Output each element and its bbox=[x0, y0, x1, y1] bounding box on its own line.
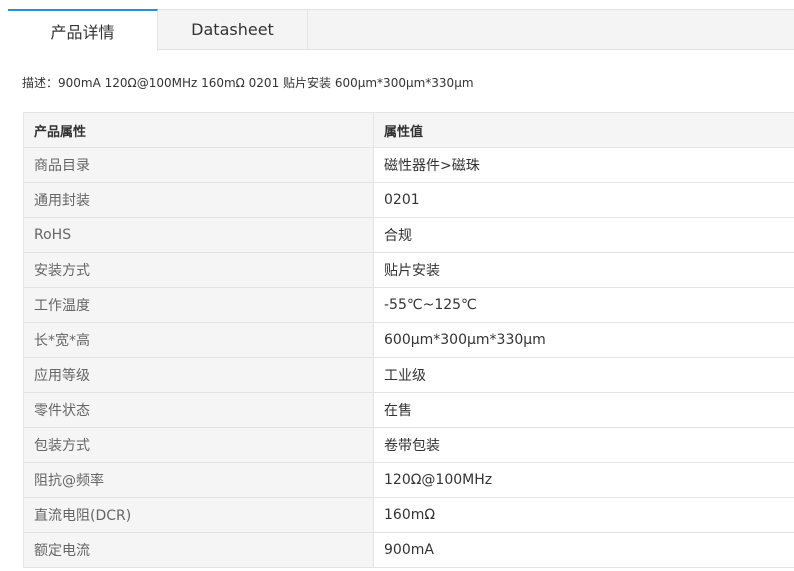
table-row: 安装方式 贴片安装 bbox=[23, 252, 794, 288]
tab-product-details[interactable]: 产品详情 bbox=[8, 9, 158, 51]
table-row: 直流电阻(DCR) 160mΩ bbox=[23, 497, 794, 533]
product-detail-page: 产品详情 Datasheet 描述：900mA 120Ω@100MHz 160m… bbox=[0, 0, 794, 571]
attribute-name: 应用等级 bbox=[23, 357, 374, 393]
attribute-value: 在售 bbox=[373, 392, 794, 428]
tab-bar: 产品详情 Datasheet bbox=[8, 9, 794, 51]
header-attribute: 产品属性 bbox=[23, 112, 374, 148]
attribute-value: 卷带包装 bbox=[373, 427, 794, 463]
table-row: RoHS 合规 bbox=[23, 217, 794, 253]
attribute-name: 工作温度 bbox=[23, 287, 374, 323]
table-header-row: 产品属性 属性值 bbox=[23, 112, 794, 148]
attribute-value: 160mΩ bbox=[373, 497, 794, 533]
attribute-value: 磁性器件>磁珠 bbox=[373, 147, 794, 183]
attribute-value: 120Ω@100MHz bbox=[373, 462, 794, 498]
attributes-table: 产品属性 属性值 商品目录 磁性器件>磁珠 通用封装 0201 RoHS 合规 … bbox=[23, 112, 794, 568]
header-value: 属性值 bbox=[373, 112, 794, 148]
table-row: 额定电流 900mA bbox=[23, 532, 794, 568]
table-row: 长*宽*高 600μm*300μm*330μm bbox=[23, 322, 794, 358]
attribute-value: 0201 bbox=[373, 182, 794, 218]
product-description: 描述：900mA 120Ω@100MHz 160mΩ 0201 贴片安装 600… bbox=[22, 76, 474, 90]
attribute-name: 商品目录 bbox=[23, 147, 374, 183]
attribute-name: 阻抗@频率 bbox=[23, 462, 374, 498]
table-row: 工作温度 -55℃~125℃ bbox=[23, 287, 794, 323]
attribute-name: 直流电阻(DCR) bbox=[23, 497, 374, 533]
attribute-name: 包装方式 bbox=[23, 427, 374, 463]
attribute-name: RoHS bbox=[23, 217, 374, 253]
table-row: 零件状态 在售 bbox=[23, 392, 794, 428]
tab-product-details-label: 产品详情 bbox=[50, 23, 115, 42]
attribute-value: 900mA bbox=[373, 532, 794, 568]
attribute-value: 600μm*300μm*330μm bbox=[373, 322, 794, 358]
table-row: 商品目录 磁性器件>磁珠 bbox=[23, 147, 794, 183]
table-row: 包装方式 卷带包装 bbox=[23, 427, 794, 463]
attribute-name: 长*宽*高 bbox=[23, 322, 374, 358]
table-row: 应用等级 工业级 bbox=[23, 357, 794, 393]
attribute-value: 贴片安装 bbox=[373, 252, 794, 288]
attribute-name: 通用封装 bbox=[23, 182, 374, 218]
table-row: 通用封装 0201 bbox=[23, 182, 794, 218]
attribute-value: 工业级 bbox=[373, 357, 794, 393]
attribute-value: -55℃~125℃ bbox=[373, 287, 794, 323]
attribute-name: 安装方式 bbox=[23, 252, 374, 288]
attribute-value: 合规 bbox=[373, 217, 794, 253]
attribute-name: 零件状态 bbox=[23, 392, 374, 428]
table-row: 阻抗@频率 120Ω@100MHz bbox=[23, 462, 794, 498]
attribute-name: 额定电流 bbox=[23, 532, 374, 568]
tab-datasheet-label: Datasheet bbox=[191, 20, 274, 39]
tab-datasheet[interactable]: Datasheet bbox=[158, 9, 308, 50]
